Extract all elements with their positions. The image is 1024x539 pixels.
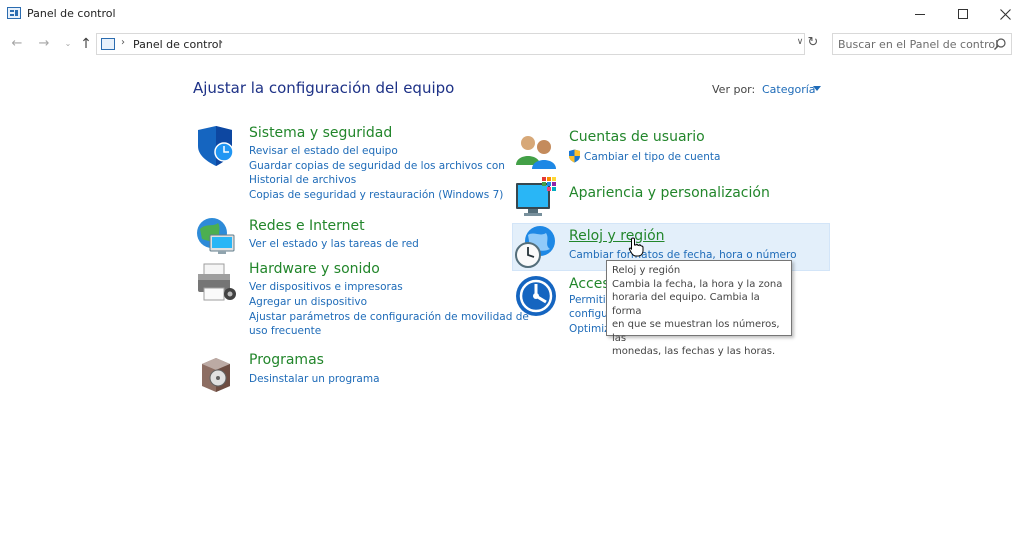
control-panel-icon	[7, 7, 21, 19]
category-title-appearance[interactable]: Apariencia y personalización	[569, 185, 770, 201]
link-uninstall-program[interactable]: Desinstalar un programa	[249, 373, 380, 385]
recent-locations-icon[interactable]: ⌄	[60, 36, 76, 52]
link-access-3[interactable]: Optimiz	[569, 323, 610, 335]
uac-shield-icon	[569, 149, 580, 163]
tooltip-line: en que se muestran los números, las	[612, 319, 780, 344]
link-change-account-type[interactable]: Cambiar el tipo de cuenta	[584, 151, 720, 163]
category-title-clock[interactable]: Reloj y región	[569, 228, 665, 244]
tooltip-line: Cambia la fecha, la hora y la zona	[612, 278, 783, 290]
link-backup-history[interactable]: Guardar copias de seguridad de los archi…	[249, 160, 505, 172]
link-add-device[interactable]: Agregar un dispositivo	[249, 296, 367, 308]
tooltip-title: Reloj y región	[612, 265, 681, 276]
view-by-caret-icon[interactable]	[813, 86, 821, 91]
tooltip-clock-region: Reloj y región Cambia la fecha, la hora …	[606, 260, 792, 357]
main-content: Ajustar la configuración del equipo Ver …	[0, 58, 1024, 539]
category-title-access[interactable]: Acces	[569, 276, 610, 292]
link-devices-printers[interactable]: Ver dispositivos e impresoras	[249, 281, 403, 293]
search-icon[interactable]	[993, 37, 1007, 51]
close-button[interactable]	[983, 0, 1024, 28]
link-backup-history-2[interactable]: Historial de archivos	[249, 174, 356, 186]
window-title: Panel de control	[27, 7, 116, 20]
category-title-system[interactable]: Sistema y seguridad	[249, 125, 392, 141]
minimize-button[interactable]	[898, 0, 942, 28]
breadcrumb-separator-icon[interactable]: ›	[219, 37, 223, 48]
tooltip-line: monedas, las fechas y las horas.	[612, 346, 776, 357]
control-panel-icon	[101, 38, 115, 50]
users-icon	[516, 136, 556, 169]
tooltip-line: horaria del equipo. Cambia la forma	[612, 292, 760, 317]
link-access-2[interactable]: configu	[569, 308, 608, 320]
category-title-users[interactable]: Cuentas de usuario	[569, 129, 705, 145]
category-title-hardware[interactable]: Hardware y sonido	[249, 261, 380, 277]
clock-globe-icon	[515, 226, 555, 268]
back-arrow-icon[interactable]: ←	[9, 36, 25, 52]
hand-cursor-icon	[628, 237, 644, 257]
close-icon	[999, 8, 1011, 20]
link-mobility-settings[interactable]: Ajustar parámetros de configuración de m…	[249, 311, 529, 323]
link-network-status[interactable]: Ver el estado y las tareas de red	[249, 238, 419, 250]
forward-arrow-icon[interactable]: →	[36, 36, 52, 52]
search-input[interactable]: Buscar en el Panel de control	[832, 33, 1012, 55]
category-title-programs[interactable]: Programas	[249, 352, 324, 368]
link-backup-restore[interactable]: Copias de seguridad y restauración (Wind…	[249, 189, 503, 201]
maximize-icon	[958, 9, 968, 19]
address-bar[interactable]: › Panel de control ›	[96, 33, 805, 55]
search-placeholder: Buscar en el Panel de control	[838, 38, 999, 51]
view-by-dropdown[interactable]: Categoría	[762, 83, 816, 96]
accessibility-icon	[516, 276, 556, 316]
printer-icon	[198, 263, 236, 301]
minimize-icon	[915, 13, 925, 15]
category-title-network[interactable]: Redes e Internet	[249, 218, 365, 234]
breadcrumb-separator-icon[interactable]: ›	[121, 37, 125, 48]
network-globe-icon	[197, 218, 235, 254]
link-mobility-settings-2[interactable]: uso frecuente	[249, 325, 321, 337]
page-title: Ajustar la configuración del equipo	[193, 79, 455, 97]
breadcrumb-control-panel[interactable]: Panel de control	[133, 38, 222, 51]
up-arrow-icon[interactable]: ↑	[78, 36, 94, 52]
programs-box-icon	[202, 358, 230, 392]
title-bar: Panel de control	[0, 0, 1024, 30]
appearance-monitor-icon	[516, 177, 556, 216]
view-by-label: Ver por:	[712, 83, 756, 96]
link-review-status[interactable]: Revisar el estado del equipo	[249, 145, 398, 157]
link-access-1[interactable]: Permiti	[569, 294, 606, 306]
shield-icon	[198, 126, 234, 166]
refresh-icon[interactable]: ↻	[804, 33, 822, 53]
maximize-button[interactable]	[941, 0, 985, 28]
